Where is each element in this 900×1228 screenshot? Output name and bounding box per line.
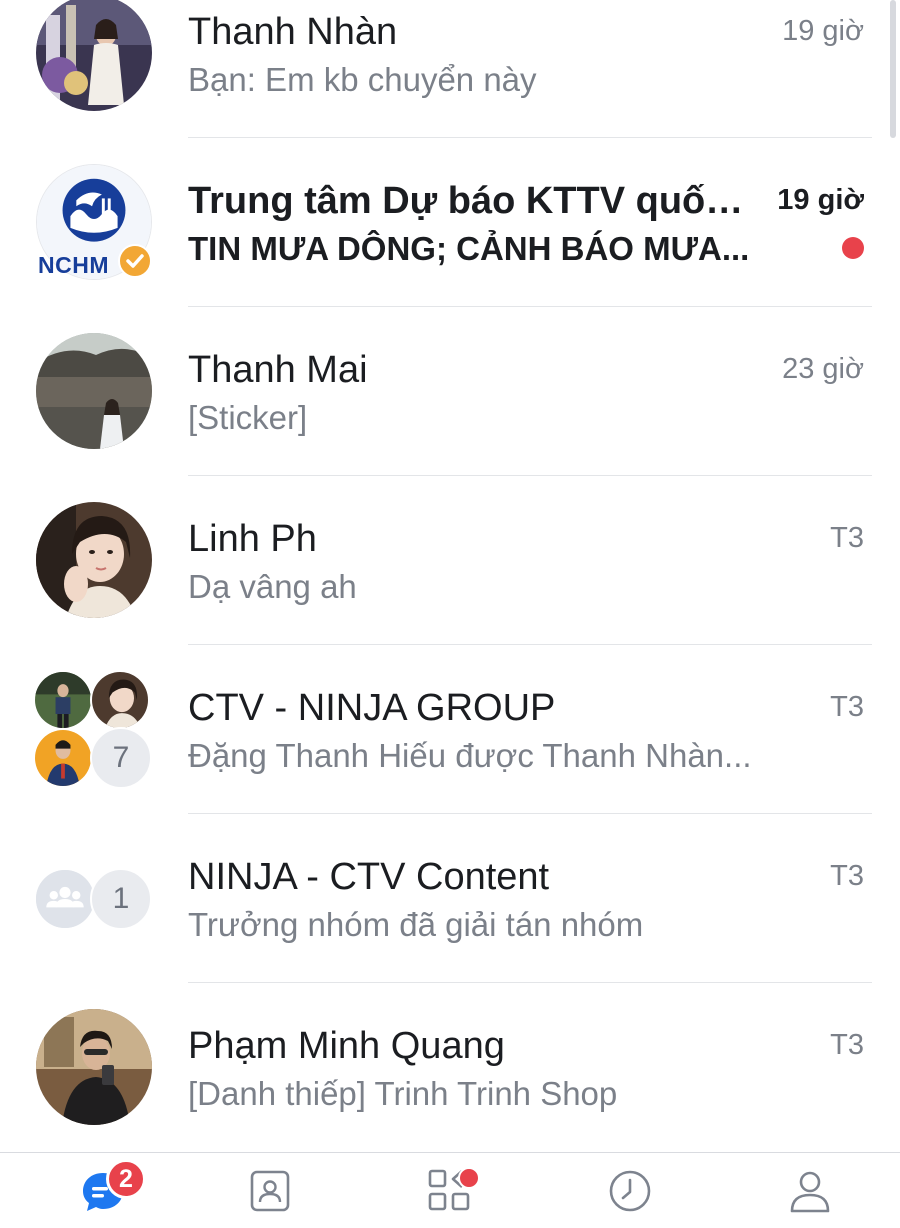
conversation-preview: Đặng Thanh Hiếu được Thanh Nhàn...	[188, 737, 752, 774]
group-member-count: 7	[90, 727, 152, 789]
conversation-preview: Bạn: Em kb chuyển này	[188, 61, 537, 98]
avatar	[36, 502, 152, 618]
conversation-preview: [Sticker]	[188, 399, 308, 436]
conversation-name: Trung tâm Dự báo KTTV quốc...	[188, 180, 758, 222]
conversation-time: T3	[830, 522, 864, 554]
conversation-row[interactable]: 7 CTV - NINJA GROUP Đặng Thanh Hiếu được…	[0, 645, 900, 814]
conversation-name: Thanh Nhàn	[188, 11, 398, 53]
profile-icon	[790, 1171, 830, 1213]
conversation-time: T3	[830, 860, 864, 892]
contacts-icon	[250, 1170, 290, 1212]
unread-dot	[842, 237, 864, 259]
group-member-avatar	[90, 670, 150, 730]
conversation-time: T3	[830, 691, 864, 723]
conversation-name: Linh Ph	[188, 518, 317, 560]
unread-count-badge: 2	[106, 1159, 146, 1199]
avatar-logo-text: NCHM	[38, 252, 109, 278]
conversation-list: Thanh Nhàn Bạn: Em kb chuyển này 19 giờ …	[0, 0, 900, 1152]
conversation-time: 23 giờ	[782, 353, 864, 385]
conversation-row[interactable]: 1 NINJA - CTV Content Trưởng nhóm đã giả…	[0, 814, 900, 983]
conversation-time: 19 giờ	[782, 15, 864, 47]
conversation-name: CTV - NINJA GROUP	[188, 687, 556, 729]
tab-profile[interactable]	[765, 1159, 855, 1223]
conversation-name: Phạm Minh Quang	[188, 1025, 505, 1067]
group-member-avatar	[33, 670, 93, 730]
avatar	[36, 0, 152, 111]
conversation-row[interactable]: Thanh Nhàn Bạn: Em kb chuyển này 19 giờ	[0, 0, 900, 138]
conversation-time: 19 giờ	[777, 184, 864, 216]
avatar	[36, 1009, 152, 1125]
conversation-name: NINJA - CTV Content	[188, 856, 550, 898]
clock-icon	[609, 1170, 651, 1212]
notification-dot	[458, 1167, 480, 1189]
conversation-row[interactable]: Thanh Mai [Sticker] 23 giờ	[0, 307, 900, 476]
group-member-count: 1	[90, 868, 152, 930]
conversation-row[interactable]: NCHM Trung tâm Dự báo KTTV quốc... TIN M…	[0, 138, 900, 307]
tab-messages[interactable]: 2	[58, 1159, 148, 1223]
conversation-name: Thanh Mai	[188, 349, 368, 391]
conversation-preview: [Danh thiếp] Trinh Trinh Shop	[188, 1075, 618, 1112]
scrollbar[interactable]	[890, 0, 896, 138]
conversation-preview: Dạ vâng ah	[188, 568, 357, 605]
tab-timeline[interactable]	[585, 1159, 675, 1223]
conversation-time: T3	[830, 1029, 864, 1061]
avatar	[36, 333, 152, 449]
group-member-avatar	[33, 728, 93, 788]
conversation-preview: TIN MƯA DÔNG; CẢNH BÁO MƯA...	[188, 230, 750, 267]
tab-discover[interactable]	[405, 1159, 495, 1223]
conversation-row[interactable]: Linh Ph Dạ vâng ah T3	[0, 476, 900, 645]
conversation-row[interactable]: Phạm Minh Quang [Danh thiếp] Trinh Trinh…	[0, 983, 900, 1152]
group-icon	[34, 868, 96, 930]
conversation-preview: Trưởng nhóm đã giải tán nhóm	[188, 906, 644, 943]
tab-contacts[interactable]	[225, 1159, 315, 1223]
bottom-tab-bar: 2	[0, 1152, 900, 1228]
verified-badge-icon	[118, 244, 152, 278]
